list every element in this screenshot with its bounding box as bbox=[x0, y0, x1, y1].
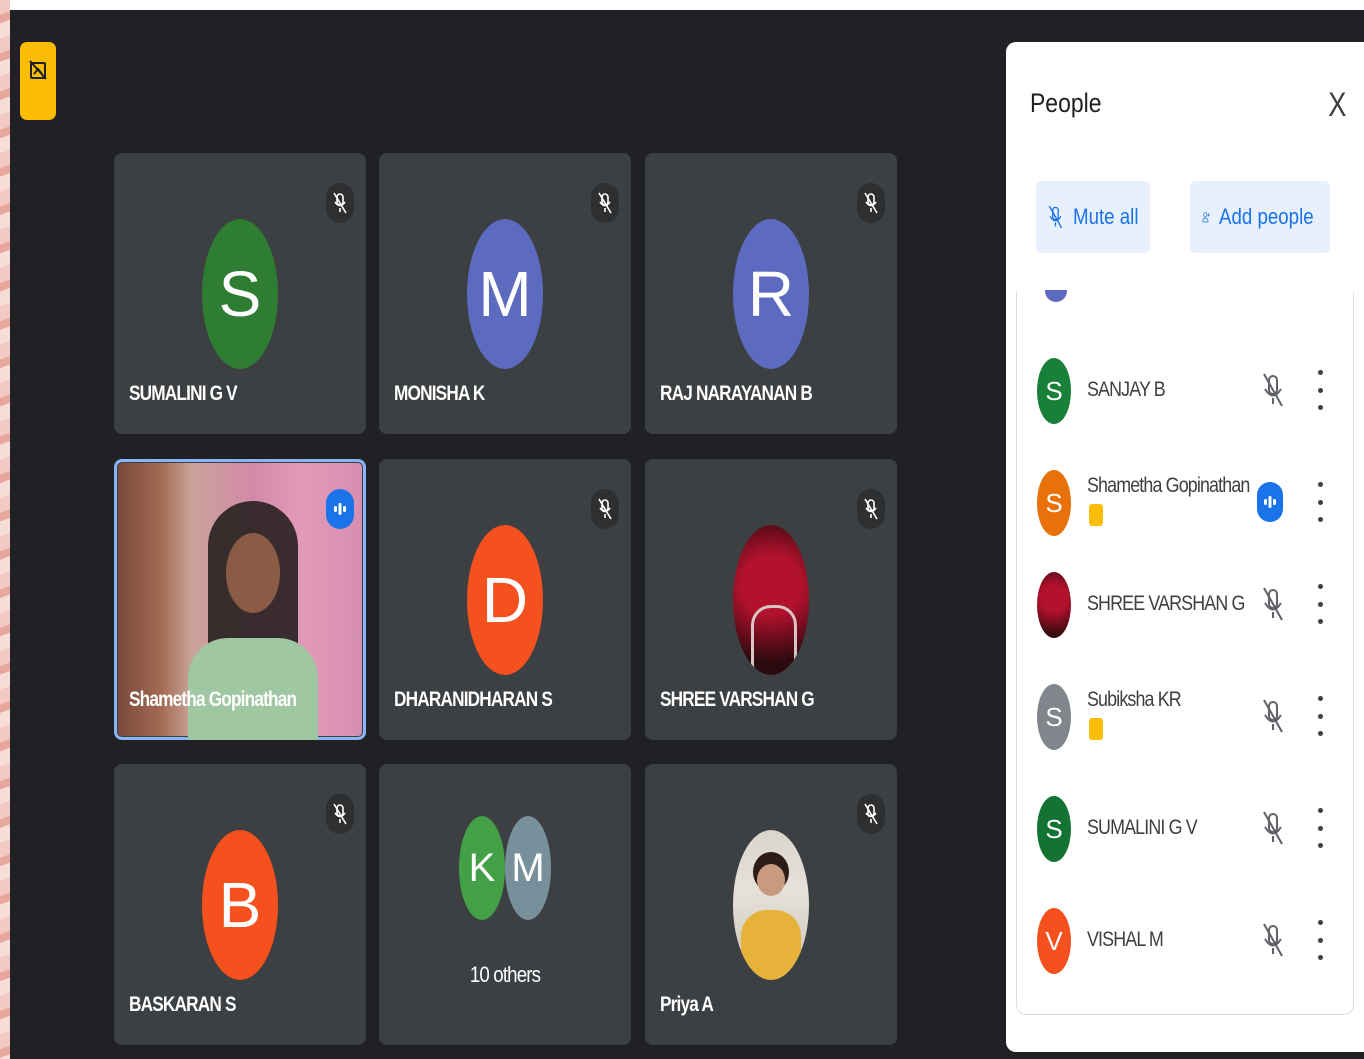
list-item[interactable]: S SUMALINI G V bbox=[1017, 782, 1353, 894]
more-options-icon[interactable] bbox=[1315, 808, 1325, 848]
avatar-photo bbox=[733, 525, 809, 675]
participant-name: SHREE VARSHAN G bbox=[660, 688, 815, 711]
avatar: S bbox=[1037, 796, 1071, 862]
avatar: S bbox=[202, 219, 278, 369]
participant-tile[interactable]: D DHARANIDHARAN S bbox=[379, 459, 631, 740]
participant-tile[interactable]: M MONISHA K bbox=[379, 153, 631, 434]
mic-off-icon bbox=[857, 183, 885, 223]
people-panel: People X Mute all Add people S SANJAY B bbox=[1006, 42, 1364, 1052]
participant-tile[interactable]: S SUMALINI G V bbox=[114, 153, 366, 434]
mic-off-icon bbox=[857, 794, 885, 834]
close-button[interactable]: X bbox=[1328, 86, 1346, 125]
avatar: M bbox=[505, 816, 551, 920]
participant-name: SUMALINI G V bbox=[129, 382, 238, 405]
participant-name: SHREE VARSHAN G bbox=[1087, 592, 1245, 615]
more-options-icon[interactable] bbox=[1315, 696, 1325, 736]
add-people-label: Add people bbox=[1218, 204, 1314, 229]
mic-off-icon bbox=[857, 489, 885, 529]
avatar: S bbox=[1037, 470, 1071, 536]
participant-name: Priya A bbox=[660, 993, 714, 1016]
top-strip bbox=[0, 0, 1364, 10]
speaking-indicator-icon bbox=[1257, 482, 1283, 522]
participant-name: SANJAY B bbox=[1087, 378, 1166, 401]
mic-off-icon bbox=[1261, 370, 1285, 410]
mic-off-icon bbox=[1261, 584, 1285, 624]
mic-off-icon bbox=[1261, 808, 1285, 848]
list-item[interactable]: V VISHAL M bbox=[1017, 894, 1353, 1006]
mute-all-button[interactable]: Mute all bbox=[1036, 181, 1150, 253]
recording-icon bbox=[29, 60, 47, 80]
more-options-icon[interactable] bbox=[1315, 584, 1325, 624]
add-person-icon bbox=[1202, 211, 1211, 223]
list-item[interactable]: S SANJAY B bbox=[1017, 334, 1353, 446]
avatar bbox=[1045, 290, 1067, 302]
participant-name: Shametha Gopinathan bbox=[1087, 474, 1250, 497]
participant-tile[interactable]: B BASKARAN S bbox=[114, 764, 366, 1045]
participant-name: DHARANIDHARAN S bbox=[394, 688, 553, 711]
recording-tag-icon bbox=[1089, 718, 1103, 740]
avatar: S bbox=[1037, 358, 1071, 424]
avatar-photo bbox=[733, 830, 809, 980]
speaking-indicator-icon bbox=[326, 489, 354, 529]
list-item[interactable]: S Shametha Gopinathan bbox=[1017, 446, 1353, 558]
more-options-icon[interactable] bbox=[1315, 370, 1325, 410]
avatar: D bbox=[467, 525, 543, 675]
panel-title: People bbox=[1030, 88, 1102, 118]
more-options-icon[interactable] bbox=[1315, 920, 1325, 960]
avatar-photo bbox=[1037, 572, 1071, 638]
mic-off-icon bbox=[1048, 205, 1063, 229]
avatar: V bbox=[1037, 908, 1071, 974]
more-options-icon[interactable] bbox=[1315, 482, 1325, 522]
participant-tile[interactable]: Priya A bbox=[645, 764, 897, 1045]
recording-tag-icon bbox=[1089, 504, 1103, 526]
avatar: S bbox=[1037, 684, 1071, 750]
participant-name: MONISHA K bbox=[394, 382, 485, 405]
list-item[interactable]: S Subiksha KR bbox=[1017, 670, 1353, 782]
participant-name: VISHAL M bbox=[1087, 928, 1164, 951]
background-edge bbox=[0, 0, 10, 1059]
mic-off-icon bbox=[326, 794, 354, 834]
avatar: B bbox=[202, 830, 278, 980]
mic-off-icon bbox=[1261, 696, 1285, 736]
participant-name: RAJ NARAYANAN B bbox=[660, 382, 813, 405]
participant-list[interactable]: S SANJAY B S Shametha Gopinathan SHREE V… bbox=[1016, 290, 1354, 1015]
list-item[interactable]: SHREE VARSHAN G bbox=[1017, 558, 1353, 670]
others-count: 10 others bbox=[469, 962, 541, 987]
mute-all-label: Mute all bbox=[1072, 204, 1139, 229]
mic-off-icon bbox=[591, 183, 619, 223]
avatar: K bbox=[459, 816, 505, 920]
participant-name: Shametha Gopinathan bbox=[129, 688, 297, 711]
mic-off-icon bbox=[326, 183, 354, 223]
mic-off-icon bbox=[591, 489, 619, 529]
participant-name: Subiksha KR bbox=[1087, 688, 1182, 711]
participant-name: BASKARAN S bbox=[129, 993, 236, 1016]
mic-off-icon bbox=[1261, 920, 1285, 960]
participant-tile-active-speaker[interactable]: Shametha Gopinathan bbox=[114, 459, 366, 740]
others-tile[interactable]: K M 10 others bbox=[379, 764, 631, 1045]
participant-name: SUMALINI G V bbox=[1087, 816, 1198, 839]
participant-tile[interactable]: SHREE VARSHAN G bbox=[645, 459, 897, 740]
avatar: R bbox=[733, 219, 809, 369]
participant-tile[interactable]: R RAJ NARAYANAN B bbox=[645, 153, 897, 434]
avatar: M bbox=[467, 219, 543, 369]
recording-indicator[interactable] bbox=[20, 42, 56, 120]
add-people-button[interactable]: Add people bbox=[1190, 181, 1330, 253]
